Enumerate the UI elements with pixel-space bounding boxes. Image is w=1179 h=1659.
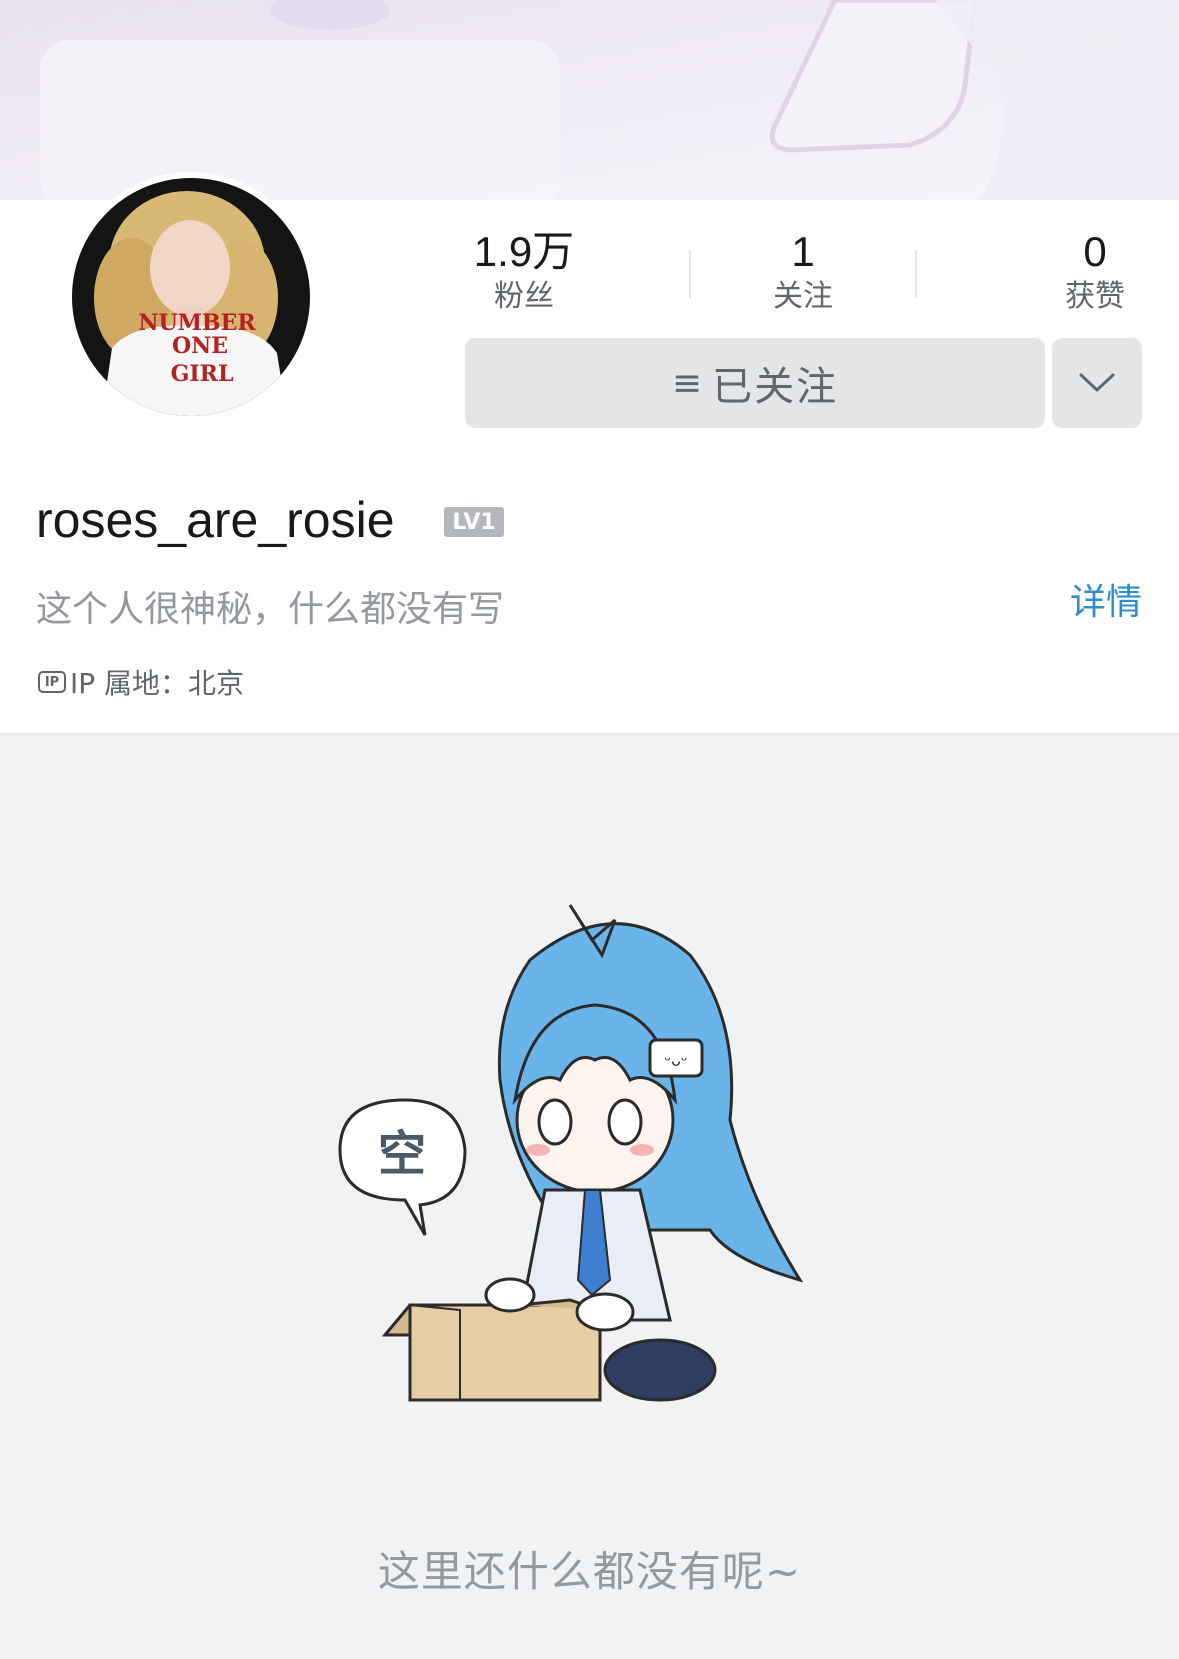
empty-state-message: 这里还什么都没有呢~	[377, 1547, 802, 1596]
avatar[interactable]: NUMBER ONE GIRL	[66, 172, 316, 422]
speech-bubble: 空	[338, 1098, 467, 1236]
level-badge: LV1	[444, 507, 504, 537]
shirt-text-line-3: GIRL	[171, 361, 234, 387]
profile-banner	[0, 0, 1179, 200]
bio-text: 这个人很神秘，什么都没有写	[36, 589, 505, 630]
box-icon	[381, 1298, 602, 1402]
menu-icon: ≡	[671, 362, 703, 404]
svg-text:ᵕᴗᵕ: ᵕᴗᵕ	[664, 1051, 687, 1070]
empty-state-illustration: 空 ᵕᴗᵕ	[338, 904, 804, 1402]
details-link[interactable]: 详情	[1070, 580, 1142, 626]
following-button[interactable]: ≡ 已关注	[465, 338, 1045, 428]
following-count: 1	[791, 228, 815, 275]
stat-divider	[689, 250, 691, 298]
likes-label: 获赞	[1065, 279, 1125, 314]
stat-divider	[915, 250, 917, 298]
followers-count: 1.9万	[473, 228, 575, 275]
section-divider	[0, 733, 1179, 734]
ip-icon: IP	[38, 671, 66, 693]
ip-location-row: IP IP 属地：北京	[38, 662, 244, 702]
likes-count: 0	[1083, 228, 1107, 275]
shirt-text-line-2: ONE	[172, 333, 228, 359]
following-button-label: 已关注	[712, 364, 839, 410]
chevron-down-icon	[1079, 373, 1115, 392]
banner-decoration	[0, 0, 1179, 200]
username: roses_are_rosie	[36, 492, 395, 548]
avatar-photo: NUMBER ONE GIRL	[72, 178, 310, 416]
bubble-text: 空	[378, 1126, 426, 1182]
following-label: 关注	[773, 279, 833, 314]
ip-location: IP 属地：北京	[70, 667, 245, 700]
more-options-button[interactable]	[1052, 338, 1142, 428]
stat-followers[interactable]: 1.9万 粉丝	[424, 230, 624, 316]
stat-likes[interactable]: 0 获赞	[995, 230, 1179, 316]
stat-following[interactable]: 1 关注	[703, 230, 903, 316]
followers-label: 粉丝	[494, 279, 554, 314]
